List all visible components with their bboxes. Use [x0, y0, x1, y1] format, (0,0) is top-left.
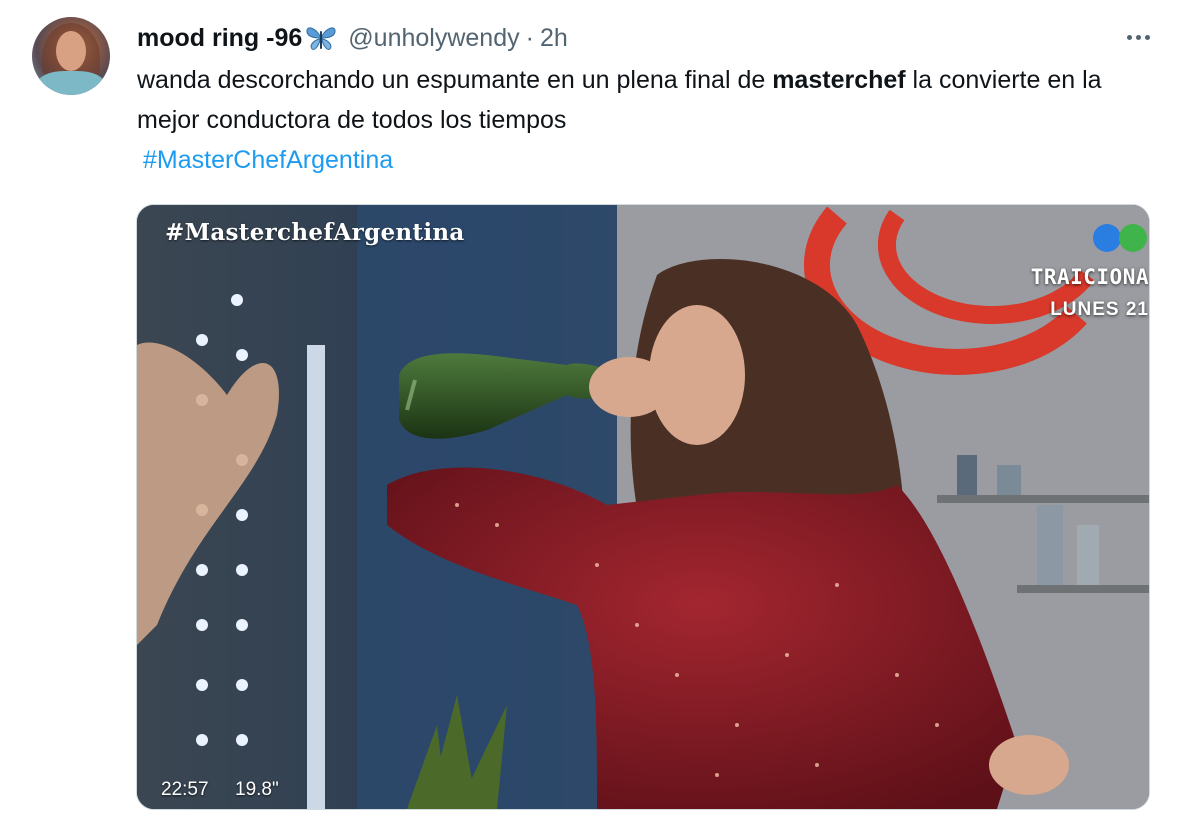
- tweet-text: wanda descorchando un espumante en un pl…: [137, 60, 1117, 140]
- tweet-header: mood ring -96 @unholywendy · 2h: [137, 20, 568, 56]
- more-options-icon[interactable]: [1120, 22, 1156, 52]
- tweet-text-start: wanda descorchando un espumante en un pl…: [137, 66, 773, 94]
- avatar-shirt: [38, 71, 104, 95]
- hashtag-link[interactable]: #MasterChefArgentina: [143, 140, 393, 180]
- tweet-text-bold: masterchef: [772, 66, 906, 94]
- broadcast-temperature: 19.8": [235, 779, 279, 800]
- video-frame: [137, 205, 1149, 809]
- avatar[interactable]: [32, 17, 110, 95]
- header-separator: ·: [525, 23, 534, 52]
- tweet-card[interactable]: mood ring -96 @unholywendy · 2h wanda de…: [0, 0, 1200, 831]
- avatar-face: [56, 31, 86, 71]
- tweet-media-image[interactable]: #MasterchefArgentina TRAICIONA LUNES 21 …: [136, 204, 1150, 810]
- video-overlay-hashtag: #MasterchefArgentina: [165, 219, 465, 246]
- tweet-timestamp[interactable]: 2h: [540, 24, 568, 53]
- channel-logo-icon: [1089, 221, 1149, 255]
- butterfly-icon: [304, 23, 338, 53]
- promo-text-traiciona: TRAICIONA: [1030, 265, 1149, 289]
- display-name[interactable]: mood ring -96: [137, 24, 302, 53]
- promo-text-lunes: LUNES 21: [1050, 299, 1149, 320]
- broadcast-clock: 22:57: [161, 779, 209, 800]
- user-handle[interactable]: @unholywendy: [348, 24, 519, 53]
